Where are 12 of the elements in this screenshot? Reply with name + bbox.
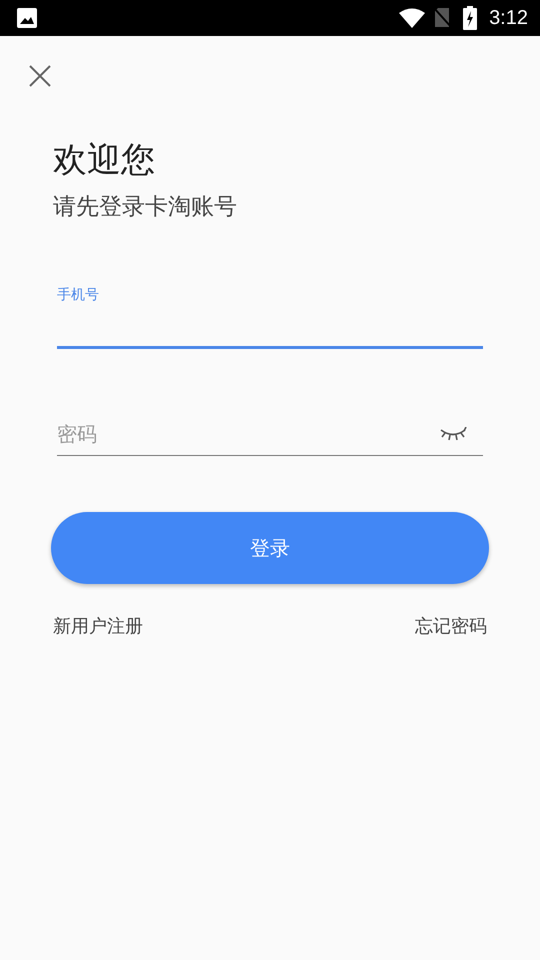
field-label: 手机号 — [57, 286, 100, 304]
close-icon[interactable] — [28, 64, 52, 88]
battery-icon — [463, 6, 478, 30]
welcome-title: 欢迎您 — [53, 139, 156, 182]
password-field[interactable]: 密码 — [57, 413, 483, 456]
closed-eye-icon[interactable] — [439, 427, 467, 441]
forgot-password-link[interactable]: 忘记密码 — [415, 614, 487, 638]
image-icon — [17, 8, 37, 28]
register-link[interactable]: 新用户注册 — [53, 614, 143, 638]
clock-time: 3:12 — [489, 6, 528, 30]
wifi-icon — [399, 8, 426, 28]
welcome-subtitle: 请先登录卡淘账号 — [53, 193, 238, 222]
